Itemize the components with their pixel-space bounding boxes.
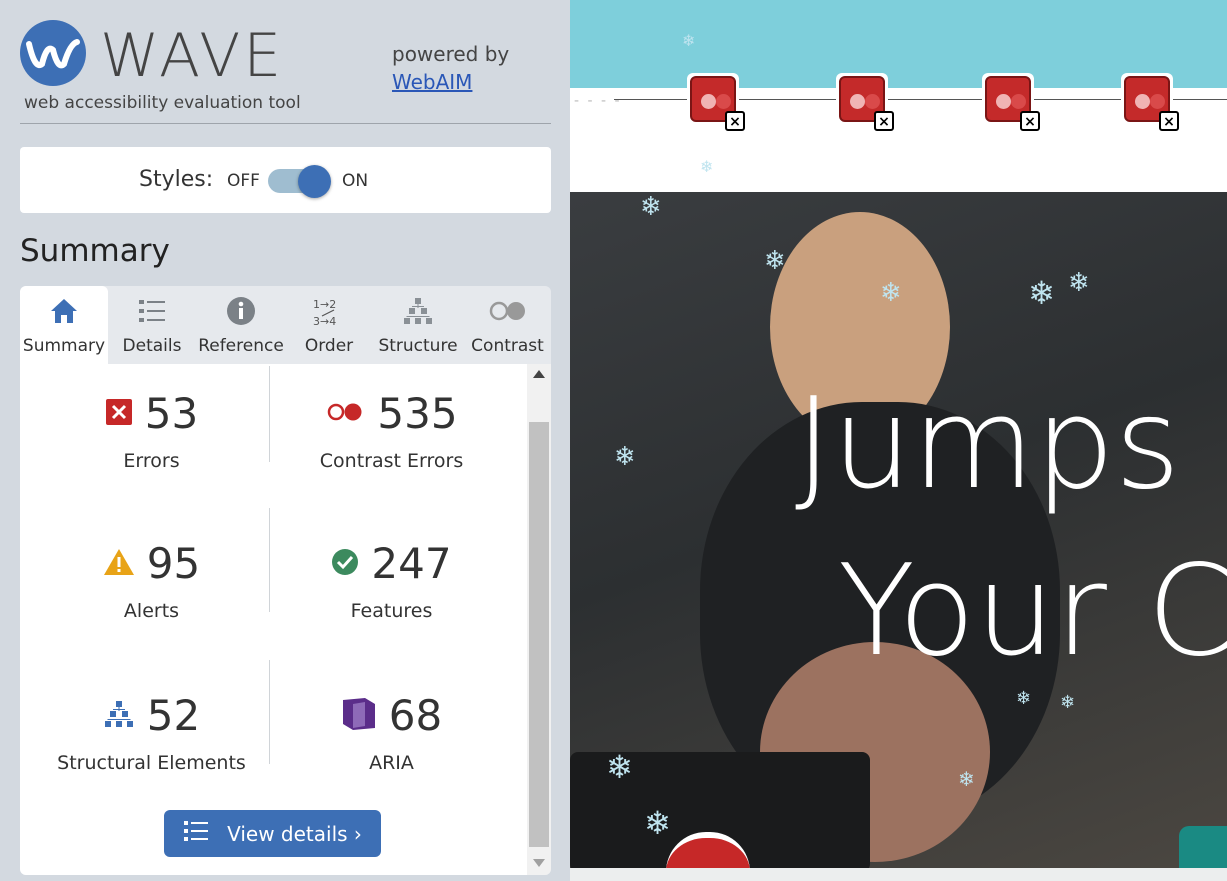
snowflake-icon: ❄ <box>958 767 975 791</box>
count-label: Contrast Errors <box>319 450 464 472</box>
summary-scrollbar[interactable] <box>527 364 551 875</box>
snowflake-icon: ❄ <box>1016 688 1032 709</box>
wave-wordmark: WAVE <box>100 21 285 91</box>
styles-on-label: ON <box>342 171 369 191</box>
view-details-button[interactable]: View details › <box>164 810 381 857</box>
contrast-error-badge-icon[interactable]: × <box>687 73 745 131</box>
styles-off-label: OFF <box>227 171 260 191</box>
structure-icon <box>372 296 464 328</box>
page-preview: ❄ ❄ - - - - × × × × Jumps Your C ❄ ❄ ❄ ❄… <box>570 0 1227 881</box>
alerts-count[interactable]: 95 Alerts <box>27 540 276 622</box>
styles-label: Styles: <box>139 167 214 192</box>
snowflake-icon: ❄ <box>640 192 662 222</box>
aria-count[interactable]: 68 ARIA <box>267 692 516 774</box>
list-icon <box>183 819 209 848</box>
powered-by-text: powered by <box>392 42 510 66</box>
count-value: 535 <box>377 389 458 438</box>
features-count[interactable]: 247 Features <box>267 540 516 622</box>
scroll-thumb[interactable] <box>529 422 549 847</box>
summary-heading: Summary <box>20 233 170 269</box>
snowflake-icon: ❄ <box>700 157 714 176</box>
error-icon <box>105 398 133 430</box>
tab-label: Order <box>304 336 354 356</box>
feature-icon <box>331 548 359 580</box>
count-label: ARIA <box>369 752 414 774</box>
tab-structure[interactable]: Structure <box>372 286 464 364</box>
structure-icon <box>103 700 135 732</box>
view-details-label: View details › <box>227 821 362 846</box>
snowflake-icon: ❄ <box>880 278 902 308</box>
svg-text:3→4: 3→4 <box>313 315 336 328</box>
count-value: 247 <box>371 539 452 588</box>
summary-panel: Summary Details Reference 1→2 3→4 Order S… <box>20 286 551 875</box>
header-divider <box>20 123 551 124</box>
snowflake-icon: ❄ <box>682 31 696 50</box>
tab-details[interactable]: Details <box>108 286 196 364</box>
hero-image: Jumps Your C ❄ ❄ ❄ ❄ ❄ ❄ ❄ ❄ ❄ ❄ ❄ <box>570 192 1227 868</box>
hero-heading-line1: Jumps <box>795 370 1181 517</box>
tab-label: Contrast <box>471 336 544 356</box>
summary-counts: 53 Errors 535 Contrast Errors 95 Alerts … <box>20 364 527 875</box>
svg-text:1→2: 1→2 <box>313 298 336 311</box>
snowflake-icon: ❄ <box>606 748 633 786</box>
snowflake-icon: ❄ <box>764 246 786 276</box>
tab-label: Structure <box>378 336 458 356</box>
list-icon <box>108 296 196 328</box>
webaim-link[interactable]: WebAIM <box>392 70 472 94</box>
count-label: Errors <box>123 450 180 472</box>
alert-icon <box>103 548 135 580</box>
home-icon <box>20 296 108 328</box>
aria-icon <box>341 696 377 736</box>
order-icon: 1→2 3→4 <box>286 296 372 328</box>
snowflake-icon: ❄ <box>1068 268 1090 298</box>
snowflake-icon: ❄ <box>614 442 636 472</box>
tab-label: Summary <box>22 336 106 356</box>
structural-elements-count[interactable]: 52 Structural Elements <box>27 691 276 775</box>
contrast-icon <box>464 296 551 328</box>
tab-contrast[interactable]: Contrast <box>464 286 551 364</box>
tab-summary[interactable]: Summary <box>20 286 108 364</box>
count-value: 52 <box>146 691 201 740</box>
count-label: Features <box>350 600 433 622</box>
tab-order[interactable]: 1→2 3→4 Order <box>286 286 372 364</box>
tab-reference[interactable]: Reference <box>196 286 286 364</box>
wave-tagline: web accessibility evaluation tool <box>24 93 301 113</box>
contrast-error-badge-icon[interactable]: × <box>836 73 894 131</box>
snowflake-icon: ❄ <box>644 804 671 842</box>
scroll-down-arrow-icon[interactable] <box>533 859 545 867</box>
hero-heading-line2: Your C <box>838 537 1227 684</box>
wave-sidebar: WAVE web accessibility evaluation tool p… <box>0 0 570 881</box>
count-label: Structural Elements <box>57 752 246 774</box>
tab-label: Details <box>122 336 182 356</box>
contrast-error-icon <box>325 398 365 430</box>
scroll-up-arrow-icon[interactable] <box>533 370 545 378</box>
contrast-error-badge-icon[interactable]: × <box>1121 73 1179 131</box>
styles-toggle-panel: Styles: OFF ON <box>20 147 551 213</box>
tab-label: Reference <box>198 336 284 356</box>
styles-toggle-knob[interactable] <box>298 165 331 198</box>
errors-count[interactable]: 53 Errors <box>27 390 276 472</box>
count-value: 53 <box>144 389 199 438</box>
contrast-error-badge-icon[interactable]: × <box>982 73 1040 131</box>
preview-bottom-strip <box>570 868 1227 881</box>
count-value: 68 <box>388 691 443 740</box>
info-icon <box>196 296 286 328</box>
snowflake-icon: ❄ <box>1060 692 1076 713</box>
snowflake-icon: ❄ <box>1028 274 1055 312</box>
nav-dashes: - - - - <box>574 93 622 109</box>
count-label: Alerts <box>123 600 180 622</box>
wave-logo-icon <box>20 20 86 86</box>
contrast-errors-count[interactable]: 535 Contrast Errors <box>267 389 516 473</box>
count-value: 95 <box>146 539 201 588</box>
